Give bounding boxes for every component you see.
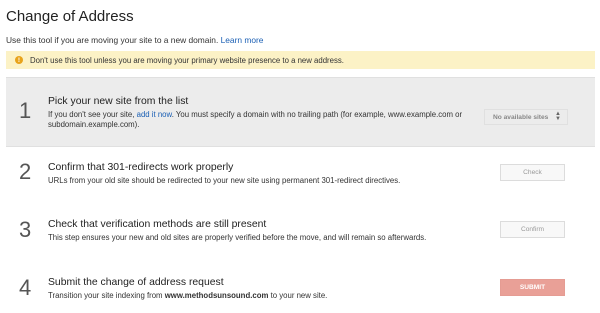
check-button[interactable]: Check [500, 164, 565, 181]
step-title: Check that verification methods are stil… [48, 219, 267, 230]
step-description: If you don't see your site, add it now. … [48, 110, 478, 130]
step-pick-site: 1 Pick your new site from the list If yo… [6, 77, 595, 147]
step-description: Transition your site indexing from www.m… [48, 291, 327, 301]
warning-text: Don't use this tool unless you are movin… [30, 55, 344, 65]
step-confirm-redirects: 2 Confirm that 301-redirects work proper… [6, 153, 595, 199]
step-title: Pick your new site from the list [48, 96, 189, 107]
chevron-updown-icon: ▲ ▼ [555, 111, 561, 122]
add-site-link[interactable]: add it now [137, 110, 172, 119]
page-description: Use this tool if you are moving your sit… [6, 35, 263, 45]
step-number: 2 [19, 159, 32, 184]
description-text: Use this tool if you are moving your sit… [6, 35, 219, 45]
step-description: URLs from your old site should be redire… [48, 176, 401, 185]
step-desc-text-after: to your new site. [270, 291, 328, 300]
alert-icon: ! [15, 56, 23, 64]
confirm-button[interactable]: Confirm [500, 221, 565, 238]
step-number: 4 [19, 275, 32, 300]
step-verification: 3 Check that verification methods are st… [6, 211, 595, 251]
step-description: This step ensures your new and old sites… [48, 233, 427, 242]
select-value: No available sites [493, 113, 549, 121]
warning-banner: ! Don't use this tool unless you are mov… [6, 51, 595, 69]
new-site-select[interactable]: No available sites ▲ ▼ [484, 109, 568, 125]
step-number: 3 [19, 217, 32, 242]
old-domain: www.methodsunsound.com [164, 291, 269, 300]
learn-more-link[interactable]: Learn more [221, 35, 264, 45]
step-number: 1 [19, 98, 32, 123]
step-title: Submit the change of address request [48, 277, 224, 288]
step-title: Confirm that 301-redirects work properly [48, 162, 234, 173]
step-desc-text: If you don't see your site, [48, 110, 135, 119]
submit-button[interactable]: SUBMIT [500, 279, 565, 296]
step-desc-text: Transition your site indexing from [48, 291, 163, 300]
step-submit: 4 Submit the change of address request T… [6, 268, 595, 308]
page-title: Change of Address [6, 8, 134, 25]
